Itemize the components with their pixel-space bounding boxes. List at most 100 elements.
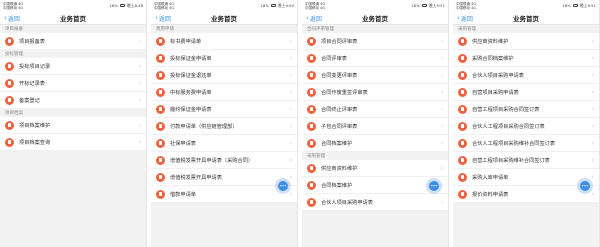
back-label: 返回 bbox=[309, 15, 322, 23]
chevron-right-icon: › bbox=[440, 71, 443, 79]
back-label: 返回 bbox=[460, 15, 473, 23]
menu-item-label: 合同作废重签评审表 bbox=[321, 89, 368, 96]
menu-item-label: 增值税发票开具申请表 bbox=[170, 174, 222, 181]
menu-item-label: 开标记录表 bbox=[19, 80, 45, 87]
document-glyph bbox=[309, 106, 314, 112]
menu-item[interactable]: 付款申请单（供应链管理部） › bbox=[151, 118, 297, 135]
menu-item[interactable]: 合伙人项目采购申请表 › bbox=[453, 67, 599, 84]
menu-item-label: 项目报备表 bbox=[19, 38, 45, 45]
menu-item-label: 合伙人工程项目采购维补合同签订表 bbox=[472, 140, 556, 147]
back-button[interactable]: ‹ 返回 bbox=[4, 11, 20, 25]
document-glyph bbox=[460, 106, 465, 112]
menu-item-label: 采购入库申请单 bbox=[472, 174, 509, 181]
battery-text: 18% bbox=[109, 2, 118, 8]
document-icon bbox=[458, 70, 467, 80]
assistant-float-button[interactable]: ••• bbox=[275, 178, 291, 194]
menu-item[interactable]: 项目报备表 › bbox=[0, 33, 146, 50]
menu-item[interactable]: 采购合同档案维护 › bbox=[453, 50, 599, 67]
chevron-right-icon: › bbox=[289, 156, 292, 164]
document-icon bbox=[458, 155, 467, 165]
menu-item[interactable]: 供应商资料维护 › bbox=[302, 160, 448, 177]
assistant-float-button[interactable]: ••• bbox=[426, 178, 442, 194]
menu-item-label: 投标保证金退还单 bbox=[170, 72, 212, 79]
menu-item[interactable]: 合伙人工程项目采购合同签订表 › bbox=[453, 118, 599, 135]
menu-item[interactable]: 增值税发票开具申请表（采购合同） › bbox=[151, 152, 297, 169]
phone-screen: 中国联通 4G 中国移动 4G 18% 晚上9:51 ‹ 返回 业务首页 合同评审管理 项目合同… bbox=[302, 0, 449, 247]
menu-item-label: 项目档案维护 bbox=[19, 122, 51, 129]
menu-item-label: 合同终止评审表 bbox=[321, 106, 358, 113]
chevron-right-icon: › bbox=[440, 122, 443, 130]
section-header: 投标管理 bbox=[0, 50, 146, 58]
document-icon bbox=[156, 189, 165, 199]
menu-item[interactable]: 合同终止评审表 › bbox=[302, 101, 448, 118]
menu-item-label: 合同变更评审表 bbox=[321, 72, 358, 79]
menu-item[interactable]: 社保申请表 › bbox=[151, 135, 297, 152]
chevron-right-icon: › bbox=[138, 79, 141, 87]
status-bar: 中国联通 4G 中国移动 4G 18% 晚上9:51 bbox=[453, 0, 599, 11]
menu-item[interactable]: 合伙人工程项目采购维补合同签订表 › bbox=[453, 135, 599, 152]
menu-item[interactable]: 项目合同评审表 › bbox=[302, 33, 448, 50]
document-icon bbox=[156, 121, 165, 131]
menu-item[interactable]: 自营项目采购申请表 › bbox=[453, 84, 599, 101]
menu-item[interactable]: 中标服务费申请单 › bbox=[151, 84, 297, 101]
document-icon bbox=[458, 53, 467, 63]
menu-item[interactable]: 开标记录表 › bbox=[0, 75, 146, 92]
menu-item[interactable]: 合同评审表 › bbox=[302, 50, 448, 67]
menu-item[interactable]: 项目档案维护 › bbox=[0, 117, 146, 134]
menu-item[interactable]: 标书费申请单 › bbox=[151, 33, 297, 50]
document-glyph bbox=[7, 139, 12, 145]
document-glyph bbox=[309, 140, 314, 146]
menu-item-label: 备案登记 bbox=[19, 97, 40, 104]
menu-item-label: 项目合同评审表 bbox=[321, 38, 358, 45]
back-button[interactable]: ‹ 返回 bbox=[306, 11, 322, 25]
chevron-right-icon: › bbox=[440, 37, 443, 45]
back-button[interactable]: ‹ 返回 bbox=[155, 11, 171, 25]
battery-icon bbox=[421, 3, 427, 8]
status-right: 18% 晚上9:50 bbox=[260, 3, 294, 8]
document-icon bbox=[458, 172, 467, 182]
menu-item-label: 标书费申请单 bbox=[170, 38, 202, 45]
document-icon bbox=[458, 189, 467, 199]
chevron-right-icon: › bbox=[289, 122, 292, 130]
document-icon bbox=[458, 121, 467, 131]
menu-item[interactable]: 合同变更评审表 › bbox=[302, 67, 448, 84]
document-icon bbox=[458, 104, 467, 114]
menu-item[interactable]: 自营工程项目采购维补合同签订表 › bbox=[453, 152, 599, 169]
document-icon bbox=[5, 95, 14, 105]
menu-item[interactable]: 履约保证金申请表 › bbox=[151, 101, 297, 118]
document-glyph bbox=[158, 140, 163, 146]
chevron-right-icon: › bbox=[591, 190, 594, 198]
document-glyph bbox=[460, 157, 465, 163]
document-glyph bbox=[7, 97, 12, 103]
chevron-right-icon: › bbox=[289, 173, 292, 181]
menu-item[interactable]: 合同作废重签评审表 › bbox=[302, 84, 448, 101]
menu-item-label: 投标保证金申请单 bbox=[170, 55, 212, 62]
document-glyph bbox=[460, 55, 465, 61]
menu-item-label: 付款申请单（供应链管理部） bbox=[170, 123, 238, 130]
menu-item[interactable]: 供应商资料维护 › bbox=[453, 33, 599, 50]
chevron-right-icon: › bbox=[289, 139, 292, 147]
document-glyph bbox=[309, 89, 314, 95]
menu-item[interactable]: 投标保证金退还单 › bbox=[151, 67, 297, 84]
chevron-right-icon: › bbox=[591, 37, 594, 45]
document-glyph bbox=[460, 89, 465, 95]
menu-item[interactable]: 投标保证金申请单 › bbox=[151, 50, 297, 67]
menu-item[interactable]: 合同档案维护 › bbox=[302, 135, 448, 152]
menu-item[interactable]: 合伙人项目采购申请表 › bbox=[302, 194, 448, 211]
menu-item[interactable]: 子包合同评审表 › bbox=[302, 118, 448, 135]
document-icon bbox=[5, 36, 14, 46]
chevron-right-icon: › bbox=[289, 190, 292, 198]
document-icon bbox=[156, 36, 165, 46]
menu-item[interactable]: 项目档案查询 › bbox=[0, 134, 146, 151]
chevron-right-icon: › bbox=[591, 156, 594, 164]
document-glyph bbox=[158, 123, 163, 129]
chevron-right-icon: › bbox=[440, 198, 443, 206]
back-button[interactable]: ‹ 返回 bbox=[457, 11, 473, 25]
assistant-float-button[interactable]: ••• bbox=[577, 178, 593, 194]
menu-item[interactable]: 备案登记 › bbox=[0, 92, 146, 109]
menu-item-label: 采购合同档案维护 bbox=[472, 55, 514, 62]
document-icon bbox=[307, 163, 316, 173]
menu-item[interactable]: 自营工程项目采购合同签订表 › bbox=[453, 101, 599, 118]
document-glyph bbox=[158, 191, 163, 197]
menu-item[interactable]: 投标项目记录 › bbox=[0, 58, 146, 75]
